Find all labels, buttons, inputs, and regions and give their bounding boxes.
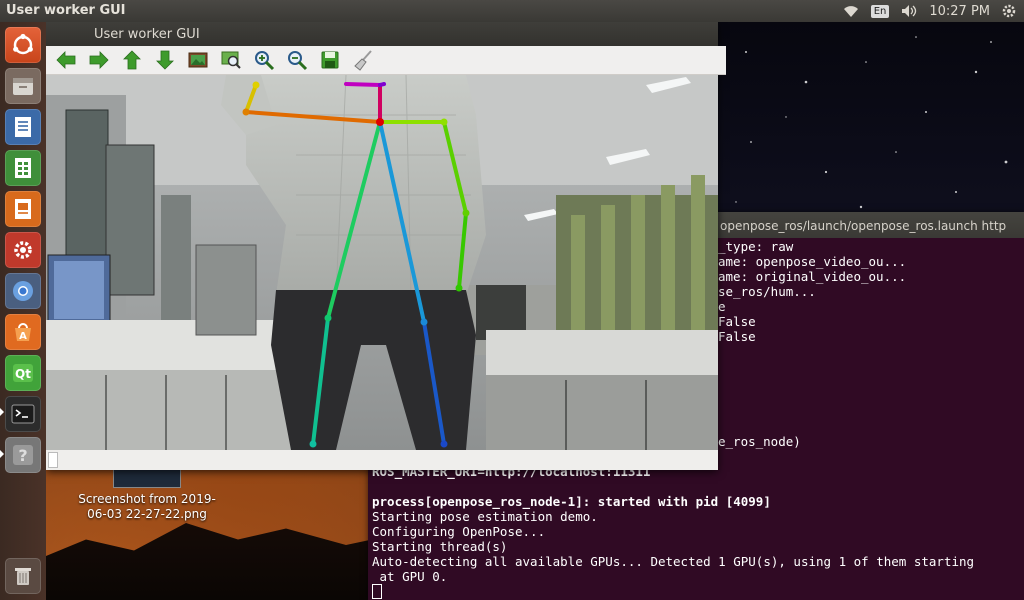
up-arrow-icon[interactable] xyxy=(120,49,143,72)
terminal-line: False xyxy=(718,329,756,344)
fit-view-icon[interactable] xyxy=(219,49,242,72)
software-center-icon[interactable]: A xyxy=(5,314,41,350)
file-label-line2: 06-03 22-27-22.png xyxy=(87,507,207,521)
chromium-icon[interactable] xyxy=(5,273,41,309)
user-worker-gui-window[interactable]: User worker GUI xyxy=(46,22,726,470)
active-app-title: User worker GUI xyxy=(6,3,126,18)
terminal-line: e_ros_node) xyxy=(718,434,801,449)
terminal-line: Starting thread(s) xyxy=(372,539,508,554)
top-panel: User worker GUI En 10:27 PM xyxy=(0,0,1024,22)
forward-arrow-icon[interactable] xyxy=(87,49,110,72)
terminal-line: e xyxy=(718,299,726,314)
desktop-file-screenshot[interactable]: Screenshot from 2019- 06-03 22-27-22.png xyxy=(72,468,222,522)
status-indicator xyxy=(48,452,58,468)
gear-icon[interactable] xyxy=(1002,4,1016,18)
terminal-line: process[openpose_ros_node-1]: started wi… xyxy=(372,494,771,509)
gui-titlebar[interactable]: User worker GUI xyxy=(46,22,718,46)
terminal-line: Starting pose estimation demo. xyxy=(372,509,598,524)
file-label-line1: Screenshot from 2019- xyxy=(78,492,216,506)
terminal-line: Configuring OpenPose... xyxy=(372,524,546,539)
gui-statusbar xyxy=(46,450,718,470)
terminal-line: False xyxy=(718,314,756,329)
gui-window-title: User worker GUI xyxy=(94,27,200,42)
zoom-out-icon[interactable] xyxy=(285,49,308,72)
file-thumbnail xyxy=(113,468,181,488)
terminal-line: se_ros/hum... xyxy=(718,284,816,299)
svg-text:?: ? xyxy=(18,446,27,465)
trash-icon[interactable] xyxy=(5,558,41,594)
down-arrow-icon[interactable] xyxy=(153,49,176,72)
terminal-title: openpose_ros/launch/openpose_ros.launch … xyxy=(720,219,1007,233)
running-indicator xyxy=(0,450,4,458)
back-arrow-icon[interactable] xyxy=(54,49,77,72)
svg-text:Qt: Qt xyxy=(15,367,31,381)
volume-icon[interactable] xyxy=(901,4,917,18)
writer-icon[interactable] xyxy=(5,109,41,145)
save-icon[interactable] xyxy=(318,49,341,72)
gui-toolbar xyxy=(46,46,726,75)
unknown-app-icon[interactable]: ? xyxy=(5,437,41,473)
calc-icon[interactable] xyxy=(5,150,41,186)
terminal-line: Auto-detecting all available GPUs... Det… xyxy=(372,554,975,569)
camera-image xyxy=(46,75,718,450)
impress-icon[interactable] xyxy=(5,191,41,227)
keyboard-layout-indicator[interactable]: En xyxy=(870,4,890,18)
svg-text:A: A xyxy=(19,331,27,342)
clear-broom-icon[interactable] xyxy=(351,49,374,72)
terminal-icon[interactable] xyxy=(5,396,41,432)
launcher: A Qt ? xyxy=(0,22,46,600)
running-indicator xyxy=(0,408,4,416)
ubuntu-dash-icon[interactable] xyxy=(5,27,41,63)
wifi-icon[interactable] xyxy=(843,4,859,18)
files-icon[interactable] xyxy=(5,68,41,104)
settings-icon[interactable] xyxy=(5,232,41,268)
camera-view[interactable] xyxy=(46,75,718,450)
terminal-line: at GPU 0. xyxy=(372,569,448,584)
terminal-line: ame: openpose_video_ou... xyxy=(718,254,907,269)
terminal-cursor-line xyxy=(372,584,382,600)
zoom-in-icon[interactable] xyxy=(252,49,275,72)
system-tray: En 10:27 PM xyxy=(843,0,1016,22)
terminal-line: ame: original_video_ou... xyxy=(718,269,907,284)
text-cursor xyxy=(372,584,382,599)
terminal-line: _type: raw xyxy=(718,239,794,254)
qt-creator-icon[interactable]: Qt xyxy=(5,355,41,391)
image-icon[interactable] xyxy=(186,49,209,72)
clock[interactable]: 10:27 PM xyxy=(929,4,990,19)
